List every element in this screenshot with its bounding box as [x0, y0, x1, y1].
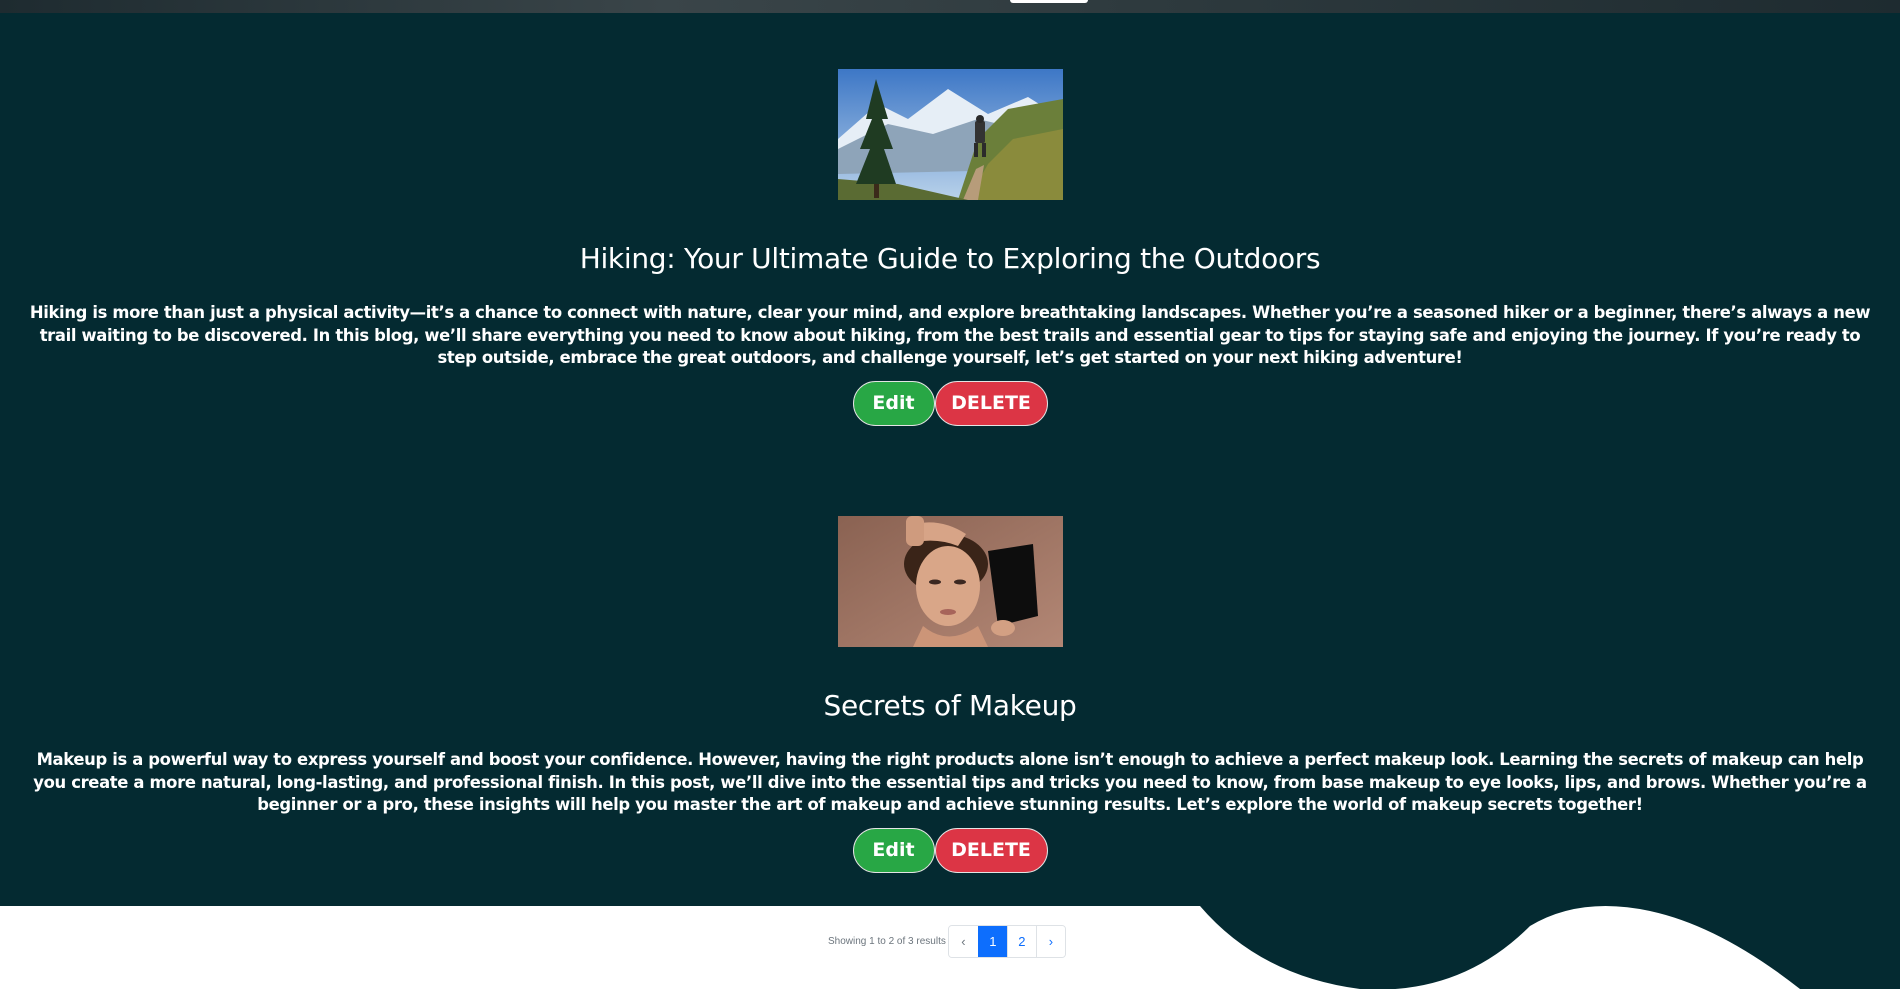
delete-button[interactable]: DELETE: [934, 380, 1048, 426]
post-image-makeup: [837, 516, 1063, 647]
top-header-strip: [0, 0, 1900, 13]
post-image-hiking: [837, 69, 1063, 200]
prev-page-button[interactable]: ‹: [948, 926, 978, 957]
edit-button[interactable]: Edit: [852, 380, 935, 426]
posts-section: Hiking: Your Ultimate Guide to Exploring…: [0, 13, 1900, 906]
post-card: Hiking: Your Ultimate Guide to Exploring…: [0, 69, 1900, 426]
post-card: Secrets of Makeup Makeup is a powerful w…: [0, 516, 1900, 873]
page-button-1[interactable]: 1: [977, 926, 1007, 957]
post-title: Secrets of Makeup: [823, 689, 1077, 722]
post-title: Hiking: Your Ultimate Guide to Exploring…: [579, 242, 1321, 275]
pagination: Showing 1 to 2 of 3 results ‹ 1 2 ›: [828, 925, 1066, 958]
post-actions: Edit DELETE: [0, 827, 1900, 873]
post-excerpt: Makeup is a powerful way to express your…: [33, 750, 1867, 814]
delete-button[interactable]: DELETE: [934, 827, 1048, 873]
next-page-button[interactable]: ›: [1035, 926, 1065, 957]
page-buttons: ‹ 1 2 ›: [947, 925, 1066, 958]
page-button-2[interactable]: 2: [1006, 926, 1036, 957]
active-nav-indicator: [1010, 0, 1088, 3]
post-excerpt: Hiking is more than just a physical acti…: [29, 303, 1871, 367]
edit-button[interactable]: Edit: [852, 827, 935, 873]
post-actions: Edit DELETE: [0, 380, 1900, 426]
pagination-summary: Showing 1 to 2 of 3 results: [828, 936, 946, 947]
footer-wave-decoration: [1200, 906, 1900, 989]
